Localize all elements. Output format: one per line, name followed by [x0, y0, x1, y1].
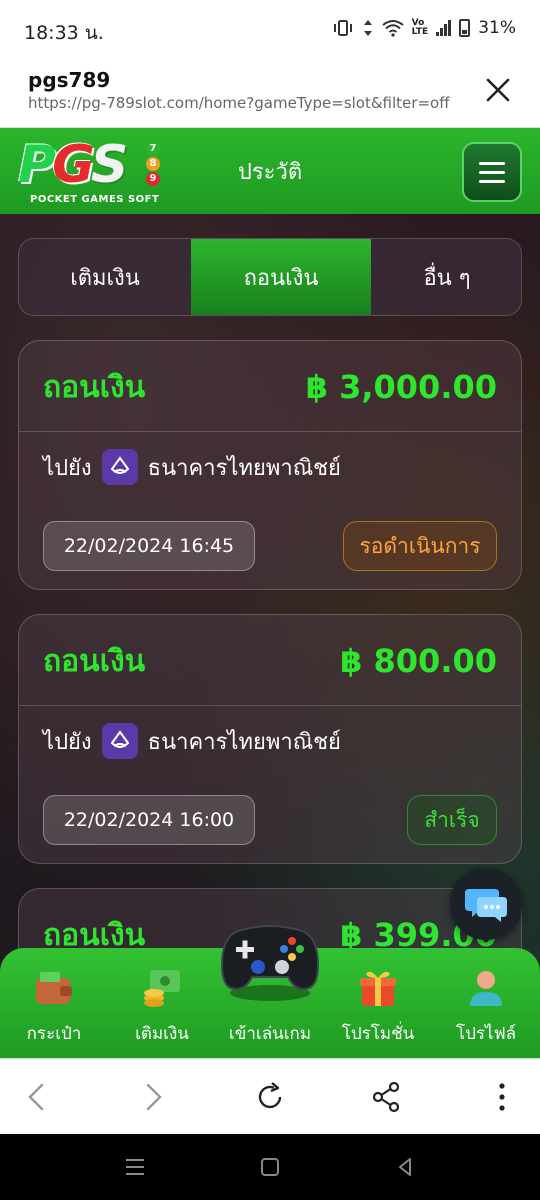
back-icon[interactable]: [20, 1079, 56, 1115]
status-badge-success: สำเร็จ: [407, 795, 497, 845]
transaction-datetime: 22/02/2024 16:45: [43, 521, 255, 571]
app-viewport: PGS 7 8 9 POCKET GAMES SOFT ประวัติ เติม…: [0, 128, 540, 1058]
nav-wallet[interactable]: กระเป๋า: [0, 966, 108, 1056]
chat-button[interactable]: [450, 868, 522, 940]
status-bar: 18:33 น. Vo LTE 31%: [0, 0, 540, 62]
browser-toolbar: [0, 1058, 540, 1134]
data-arrows-icon: [363, 20, 372, 36]
transaction-type: ถอนเงิน: [43, 369, 146, 405]
more-icon[interactable]: [484, 1079, 520, 1115]
status-badge-pending: รอดำเนินการ: [343, 521, 497, 571]
signal-icon: [436, 20, 452, 36]
page-title: ประวัติ: [237, 160, 303, 185]
app-header: PGS 7 8 9 POCKET GAMES SOFT ประวัติ: [0, 128, 540, 214]
profile-icon: [470, 971, 502, 1006]
site-title: pgs789: [28, 68, 111, 92]
scb-bank-icon: [101, 723, 138, 759]
nav-label: กระเป๋า: [26, 1024, 82, 1044]
share-icon[interactable]: [368, 1079, 404, 1115]
nav-label: เติมเงิน: [135, 1024, 189, 1044]
close-icon[interactable]: [484, 76, 512, 104]
tab-deposit[interactable]: เติมเงิน: [19, 239, 191, 315]
gift-icon: [360, 971, 396, 1006]
to-label: ไปยัง: [43, 729, 92, 755]
wifi-icon: [382, 20, 404, 37]
transaction-amount: ฿ 800.00: [340, 642, 497, 680]
hamburger-icon: [479, 161, 505, 165]
gamepad-icon[interactable]: [218, 913, 322, 1003]
transaction-card: ถอนเงิน ฿ 3,000.00 ไปยัง ธนาคารไทยพาณิชย…: [18, 340, 522, 590]
site-url[interactable]: https://pg-789slot.com/home?gameType=slo…: [28, 94, 450, 112]
forward-icon[interactable]: [134, 1079, 170, 1115]
browser-url-bar: pgs789 https://pg-789slot.com/home?gameT…: [0, 62, 540, 128]
nav-promotion[interactable]: โปรโมชั่น: [324, 966, 432, 1056]
transaction-card: ถอนเงิน ฿ 800.00 ไปยัง ธนาคารไทยพาณิชย์ …: [18, 614, 522, 864]
reload-icon[interactable]: [252, 1079, 288, 1115]
nav-deposit[interactable]: เติมเงิน: [108, 966, 216, 1056]
wallet-icon: [36, 972, 72, 1004]
nav-label: เข้าเล่นเกม: [228, 1024, 312, 1044]
status-icons: Vo LTE 31%: [332, 18, 516, 38]
system-nav-bar: [0, 1134, 540, 1200]
tab-withdraw[interactable]: ถอนเงิน: [191, 239, 371, 315]
bank-name: ธนาคารไทยพาณิชย์: [147, 455, 341, 481]
menu-button[interactable]: [462, 142, 522, 202]
transaction-amount: ฿ 3,000.00: [305, 368, 497, 406]
transaction-type: ถอนเงิน: [43, 643, 146, 679]
chat-icon: [465, 889, 507, 922]
status-time: 18:33 น.: [24, 22, 104, 44]
history-tabs: เติมเงิน ถอนเงิน อื่น ๆ: [18, 238, 522, 316]
scb-bank-icon: [101, 449, 138, 485]
divider: [19, 705, 521, 706]
divider: [19, 431, 521, 432]
recent-apps-icon[interactable]: [122, 1154, 148, 1180]
nav-label: โปรไฟล์: [455, 1024, 517, 1044]
tab-other[interactable]: อื่น ๆ: [371, 239, 521, 315]
logo-subtitle: POCKET GAMES SOFT: [30, 194, 160, 205]
bank-name: ธนาคารไทยพาณิชย์: [147, 729, 341, 755]
nav-profile[interactable]: โปรไฟล์: [432, 966, 540, 1056]
nav-label: โปรโมชั่น: [341, 1024, 415, 1044]
volte-icon: Vo LTE: [411, 18, 429, 37]
home-icon[interactable]: [257, 1154, 283, 1180]
to-label: ไปยัง: [43, 455, 92, 481]
vibrate-icon: [333, 20, 352, 36]
battery-icon: [459, 19, 471, 37]
transaction-datetime: 22/02/2024 16:00: [43, 795, 255, 845]
battery-percent: 31%: [478, 18, 516, 38]
money-coins-icon: [144, 970, 180, 1007]
system-back-icon[interactable]: [392, 1154, 418, 1180]
